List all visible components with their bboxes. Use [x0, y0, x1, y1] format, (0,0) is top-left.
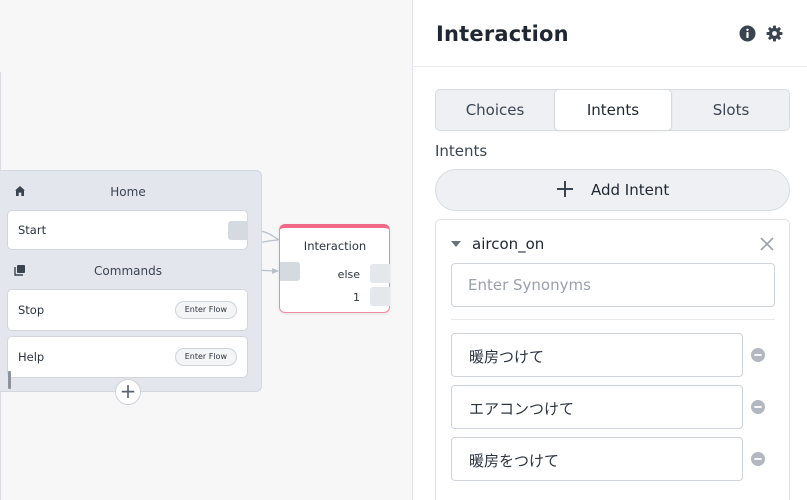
commands-group-header: Commands	[0, 260, 262, 282]
synonym-divider	[451, 319, 775, 320]
stop-command-node[interactable]: Stop Enter Flow	[7, 289, 248, 331]
add-intent-button[interactable]: Add Intent	[435, 169, 790, 211]
add-intent-label: Add Intent	[591, 181, 670, 199]
synonym-row: 暖房をつけて	[451, 437, 775, 481]
panel-title: Interaction	[436, 22, 569, 46]
panel-tabs: Choices Intents Slots	[435, 89, 790, 131]
help-enter-flow-button[interactable]: Enter Flow	[174, 348, 237, 366]
output-else-label: else	[337, 268, 360, 281]
remove-synonym-icon[interactable]	[751, 348, 765, 362]
remove-synonym-icon[interactable]	[751, 452, 765, 466]
home-flow-group[interactable]: Home Start Commands Stop Enter Flow Help…	[0, 170, 262, 405]
synonym-input[interactable]	[451, 263, 775, 307]
commands-group-title: Commands	[94, 264, 162, 278]
output-1-label: 1	[353, 291, 360, 304]
intent-card: aircon_on 暖房つけて エアコンつけて	[435, 219, 790, 500]
interaction-node-title: Interaction	[303, 239, 367, 253]
flow-canvas[interactable]: Home Start Commands Stop Enter Flow Help…	[0, 0, 412, 500]
interaction-input-port[interactable]	[280, 262, 300, 281]
resize-grip[interactable]	[8, 371, 11, 389]
stop-node-label: Stop	[18, 303, 45, 317]
caret-down-icon[interactable]	[451, 240, 461, 248]
synonym-row: 暖房つけて	[451, 333, 775, 377]
stop-enter-flow-button[interactable]: Enter Flow	[174, 301, 237, 319]
tab-choices[interactable]: Choices	[436, 90, 554, 130]
add-node-button[interactable]: +	[115, 379, 141, 405]
start-node-label: Start	[18, 223, 47, 237]
home-group-title: Home	[110, 185, 146, 199]
info-icon[interactable]	[739, 25, 756, 42]
output-else-port[interactable]	[370, 264, 390, 283]
intent-name: aircon_on	[472, 235, 545, 253]
tab-slots[interactable]: Slots	[672, 90, 790, 130]
interaction-node[interactable]: Interaction else 1	[279, 224, 390, 313]
synonym-row: エアコンつけて	[451, 385, 775, 429]
panel-header: Interaction	[413, 0, 807, 67]
start-output-port[interactable]	[228, 221, 248, 240]
intents-section-label: Intents	[435, 142, 488, 160]
help-command-node[interactable]: Help Enter Flow	[7, 336, 248, 378]
plus-icon	[557, 181, 573, 197]
synonym-field[interactable]: 暖房をつけて	[451, 437, 743, 481]
synonym-text: 暖房をつけて	[469, 452, 560, 470]
editor-panel: Interaction Choices Intents Slots Intent…	[412, 0, 807, 500]
remove-synonym-icon[interactable]	[751, 400, 765, 414]
close-icon[interactable]	[760, 237, 774, 251]
tab-intents[interactable]: Intents	[554, 89, 672, 131]
synonym-field[interactable]: エアコンつけて	[451, 385, 743, 429]
synonym-text: 暖房つけて	[469, 348, 545, 366]
home-group-header: Home	[0, 181, 262, 203]
gear-icon[interactable]	[766, 25, 783, 42]
synonym-field[interactable]: 暖房つけて	[451, 333, 743, 377]
start-node[interactable]: Start	[7, 210, 248, 250]
help-node-label: Help	[18, 350, 45, 364]
output-1-port[interactable]	[370, 287, 390, 306]
synonym-text: エアコンつけて	[469, 400, 575, 418]
